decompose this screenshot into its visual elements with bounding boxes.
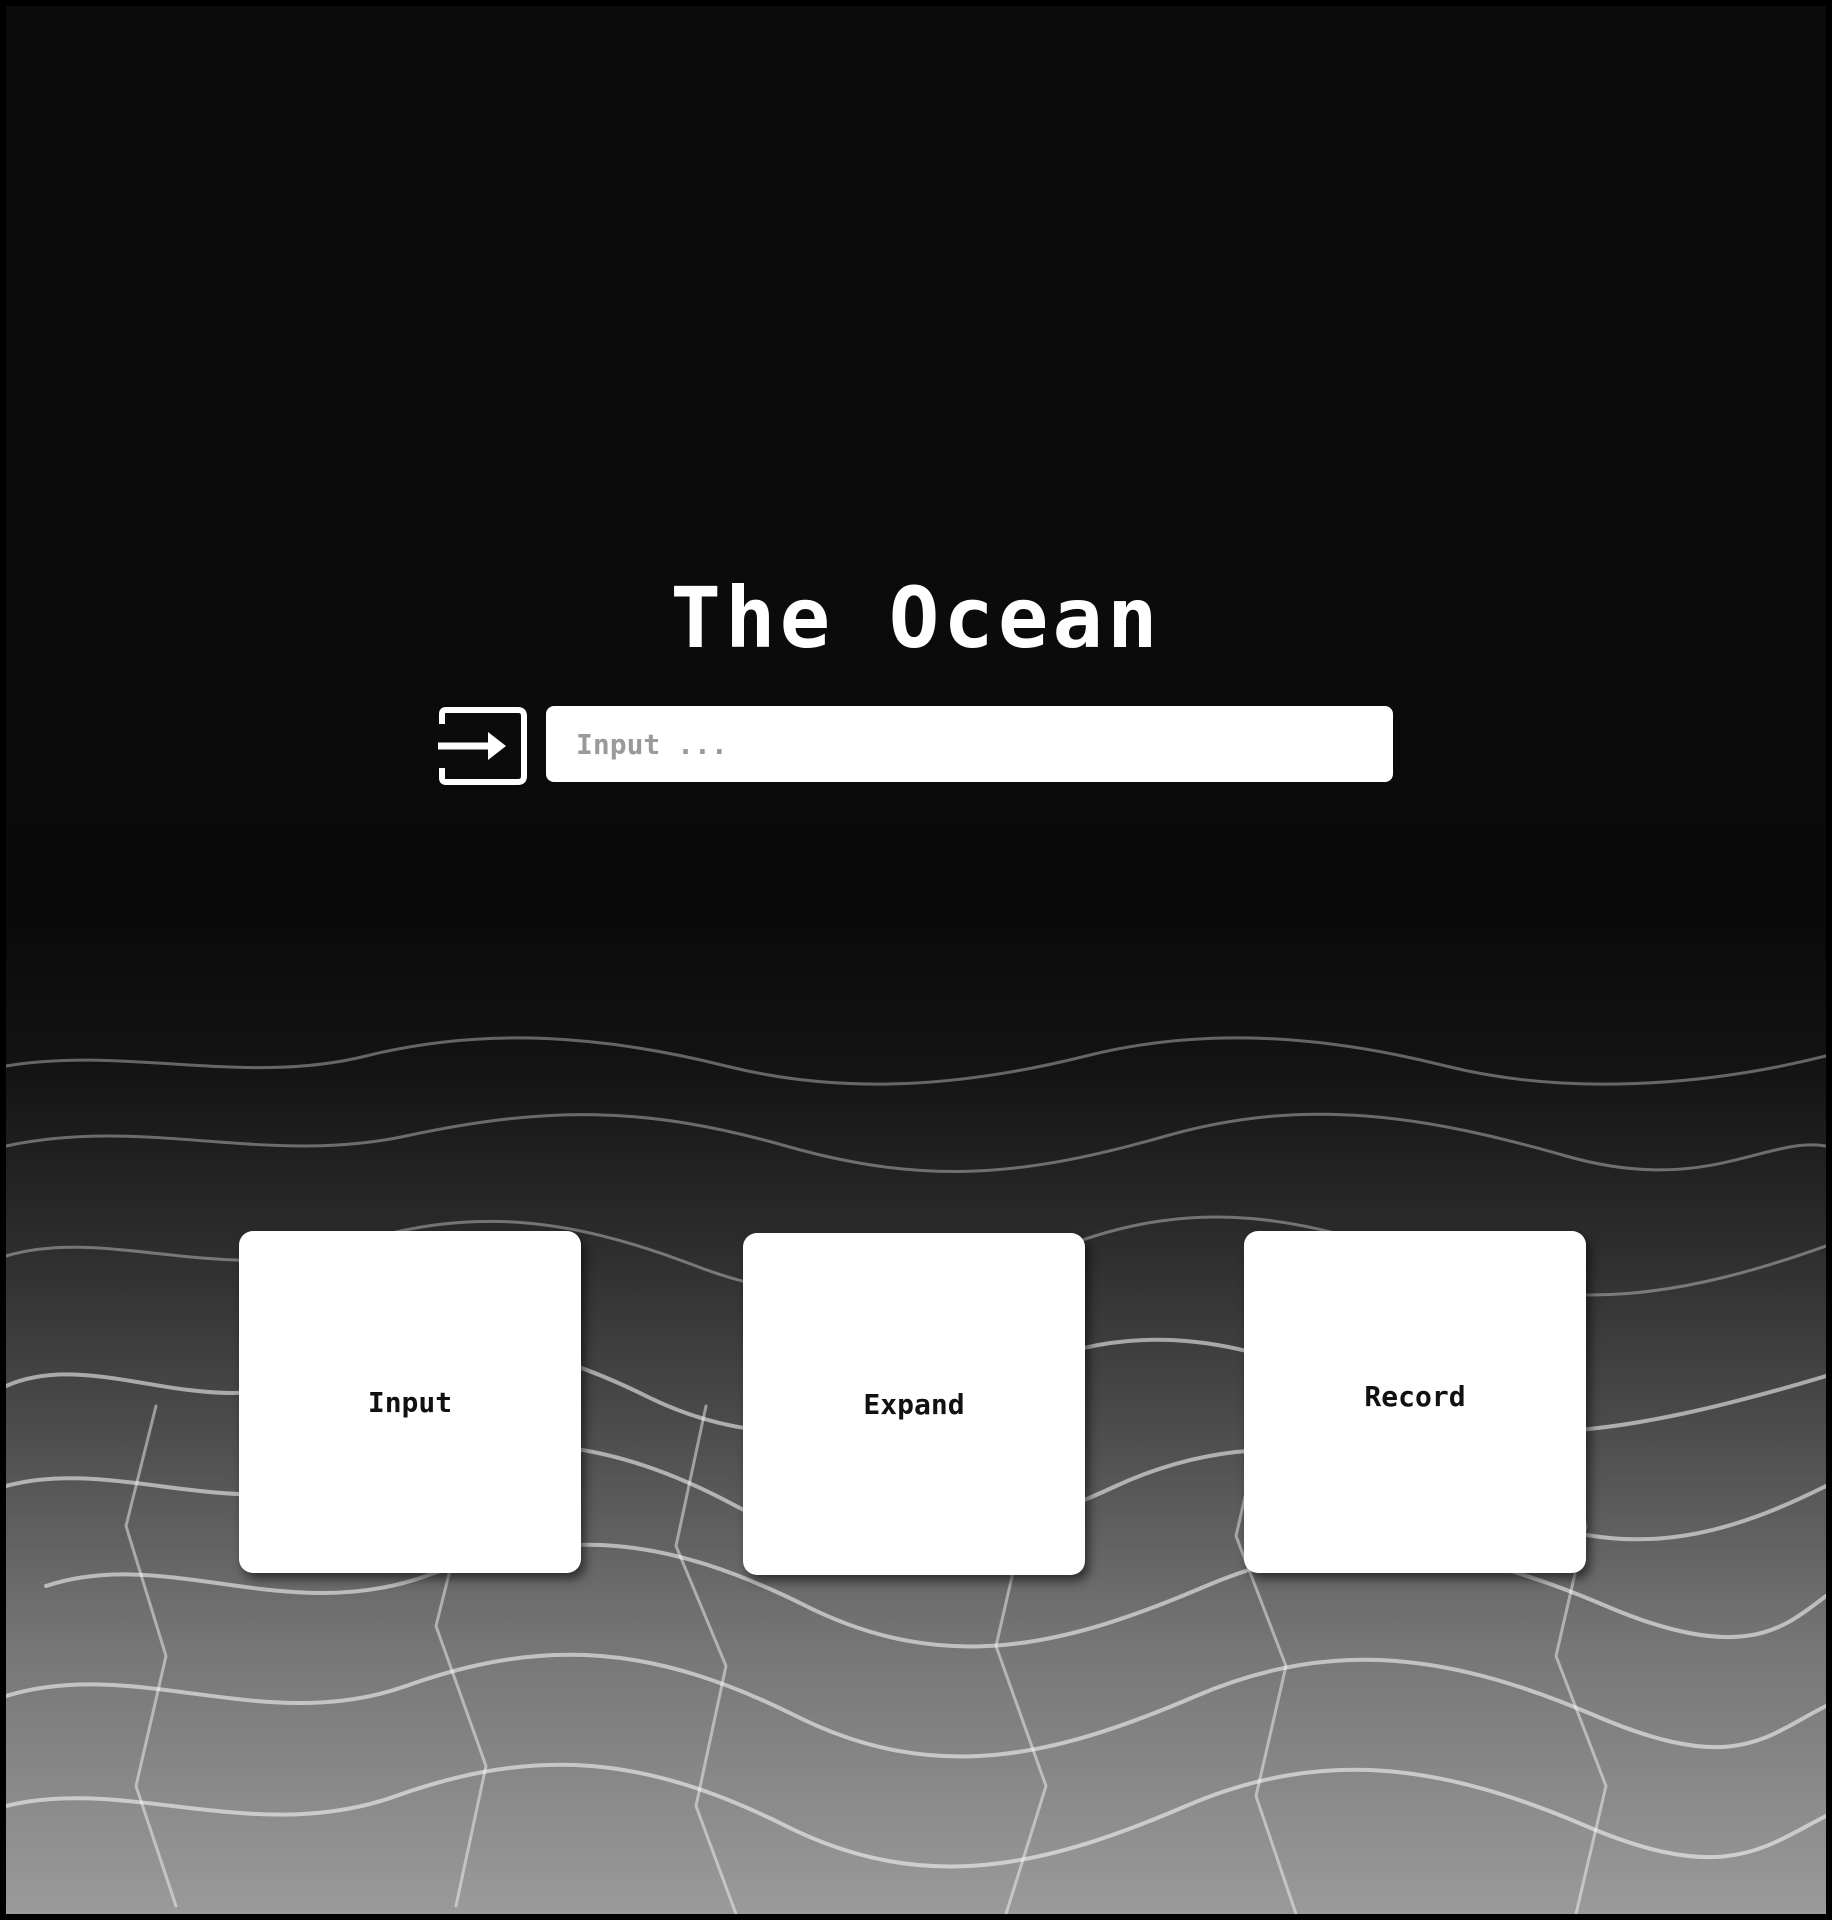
search-input[interactable] bbox=[546, 706, 1393, 782]
app-frame: The Ocean Input Expand Record bbox=[0, 0, 1832, 1920]
card-label: Expand bbox=[863, 1387, 965, 1421]
card-label: Record bbox=[1364, 1379, 1466, 1413]
card-label: Input bbox=[367, 1385, 453, 1419]
page-title: The Ocean bbox=[670, 569, 1162, 667]
water-caustics-image bbox=[6, 1036, 1826, 1914]
input-card-button[interactable]: Input bbox=[239, 1231, 581, 1573]
record-card-button[interactable]: Record bbox=[1244, 1231, 1586, 1573]
login-arrow-icon[interactable] bbox=[434, 706, 530, 786]
expand-card-button[interactable]: Expand bbox=[743, 1233, 1085, 1575]
